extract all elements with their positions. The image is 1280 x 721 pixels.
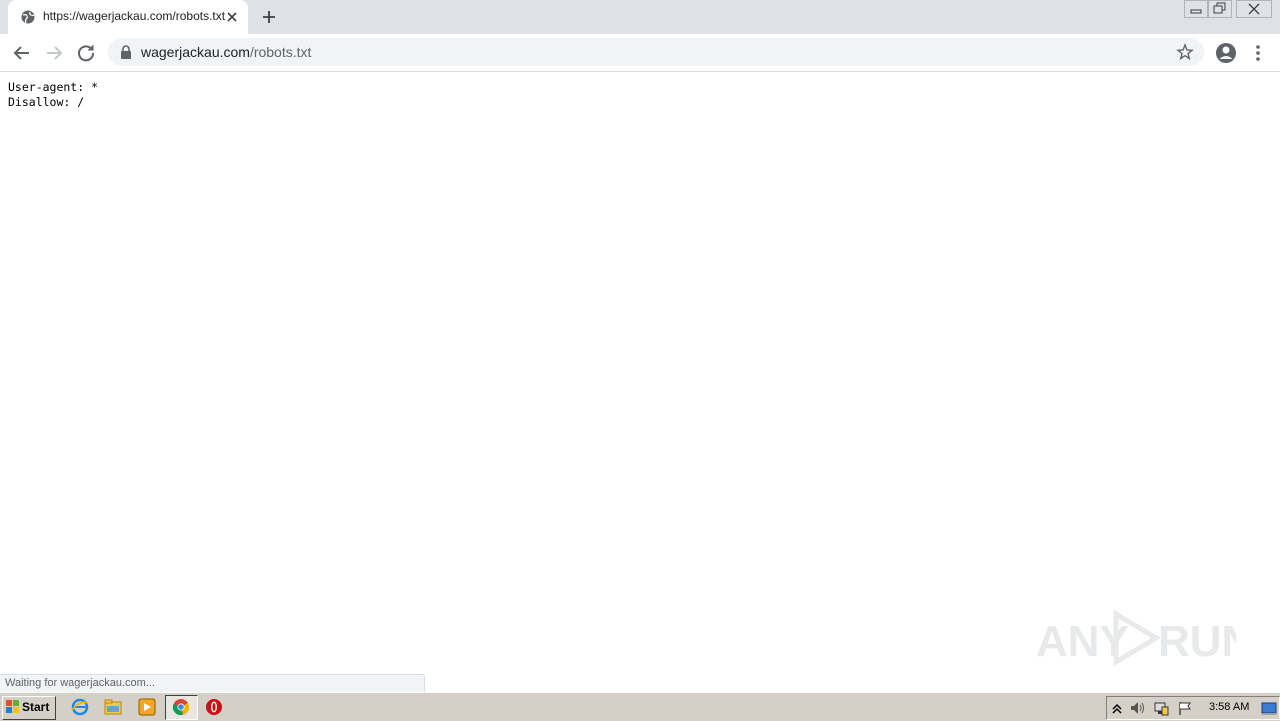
- tab-title: https://wagerjackau.com/robots.txt: [43, 9, 226, 23]
- opera-icon[interactable]: [205, 698, 223, 716]
- system-tray: 3:58 AM: [1106, 696, 1280, 720]
- svg-text:RUN: RUN: [1158, 617, 1236, 666]
- new-tab-icon[interactable]: [260, 8, 278, 26]
- globe-icon: [21, 10, 35, 24]
- address-bar[interactable]: wagerjackau.com/robots.txt: [108, 38, 1204, 66]
- clock[interactable]: 3:58 AM: [1209, 701, 1249, 713]
- robots-txt-content: User-agent: * Disallow: /: [8, 80, 98, 110]
- network-icon[interactable]: [1153, 700, 1169, 716]
- browser-tab[interactable]: https://wagerjackau.com/robots.txt: [8, 0, 248, 34]
- show-desktop-icon[interactable]: [1261, 700, 1277, 716]
- windows-logo-icon: [6, 700, 19, 713]
- chrome-taskbar-button[interactable]: [165, 695, 198, 720]
- start-button[interactable]: Start: [2, 696, 56, 720]
- back-arrow-icon[interactable]: [10, 41, 34, 65]
- volume-icon[interactable]: [1129, 700, 1145, 716]
- anyrun-watermark-logo: ANY RUN: [1036, 609, 1236, 667]
- more-vert-icon[interactable]: [1250, 41, 1266, 65]
- minimize-icon[interactable]: [1184, 0, 1208, 18]
- file-explorer-icon[interactable]: [104, 698, 122, 716]
- start-label: Start: [22, 700, 50, 714]
- action-center-flag-icon[interactable]: [1177, 700, 1193, 716]
- star-icon[interactable]: [1176, 43, 1194, 61]
- text-line: Disallow: /: [8, 95, 85, 109]
- show-hidden-icons-icon[interactable]: [1109, 700, 1125, 716]
- media-player-icon[interactable]: [138, 698, 156, 716]
- url-path: /robots.txt: [249, 44, 312, 60]
- reload-icon[interactable]: [74, 41, 98, 65]
- close-tab-icon[interactable]: [224, 9, 240, 25]
- url-text[interactable]: wagerjackau.com/robots.txt: [141, 44, 311, 60]
- status-text: Waiting for wagerjackau.com...: [5, 677, 155, 689]
- lock-icon[interactable]: [120, 45, 132, 59]
- forward-arrow-icon[interactable]: [42, 41, 66, 65]
- text-line: User-agent: *: [8, 80, 99, 94]
- status-bubble: Waiting for wagerjackau.com...: [0, 674, 425, 693]
- browser-toolbar: wagerjackau.com/robots.txt: [0, 34, 1280, 72]
- url-domain: wagerjackau.com: [141, 44, 250, 60]
- close-window-icon[interactable]: [1236, 0, 1272, 18]
- internet-explorer-icon[interactable]: [71, 698, 89, 716]
- account-circle-icon[interactable]: [1214, 41, 1238, 65]
- restore-icon[interactable]: [1208, 0, 1232, 18]
- tab-strip: https://wagerjackau.com/robots.txt: [0, 0, 1280, 34]
- taskbar: Start 3:58 AM: [0, 692, 1280, 721]
- chrome-icon: [172, 699, 190, 716]
